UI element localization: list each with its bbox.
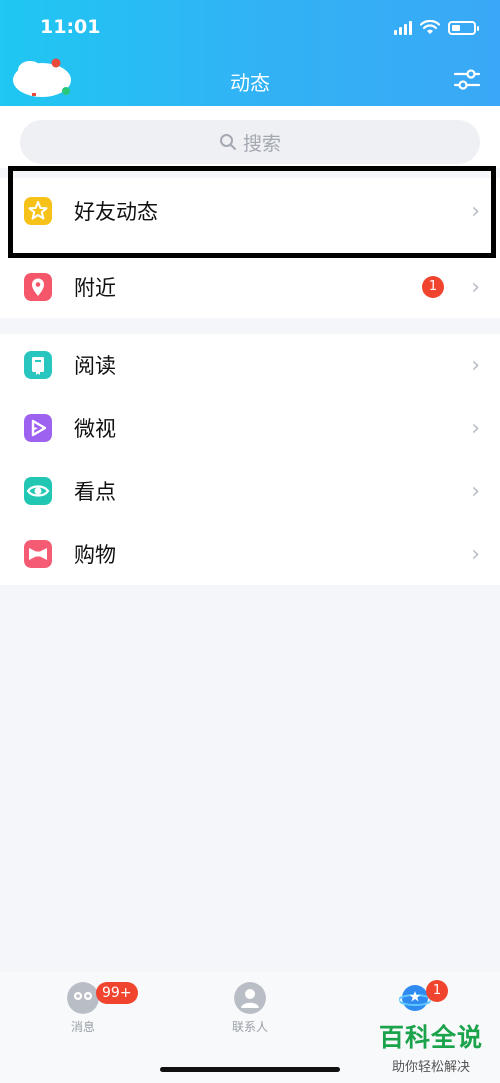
menu-item-label: 购物 [74,543,116,567]
menu-item-weishi[interactable]: 微视 › [0,397,500,459]
notification-badge: 1 [422,276,444,298]
menu-item-reading[interactable]: 阅读 › [0,334,500,396]
menu-item-label: 阅读 [74,354,116,378]
search-input[interactable]: 搜索 [20,120,480,164]
menu-group-1: 好友动态 › 附近 1 › [0,178,500,318]
chevron-right-icon: › [471,415,480,441]
menu-item-shopping[interactable]: 购物 › [0,523,500,585]
watermark-logo: 百科全说 助你轻松解决 [372,1018,490,1075]
search-icon [219,134,236,150]
menu-item-label: 好友动态 [74,200,158,224]
dynamics-badge: 1 [426,980,448,1002]
status-time: 11:01 [40,16,101,38]
book-icon [24,351,52,379]
status-icons [394,20,479,35]
chevron-right-icon: › [471,352,480,378]
menu-item-label: 附近 [74,276,116,300]
chevron-right-icon: › [471,274,480,300]
search-placeholder: 搜索 [242,132,281,155]
messages-badge: 99+ [96,982,138,1004]
menu-item-nearby[interactable]: 附近 1 › [0,256,500,318]
bow-icon [24,540,52,568]
battery-icon [448,20,479,35]
menu-item-kandian[interactable]: 看点 › [0,460,500,522]
tab-contacts[interactable]: 联系人 [205,982,295,1035]
chevron-right-icon: › [471,541,480,567]
menu-item-label: 微视 [74,417,116,441]
star-icon [24,197,52,225]
menu-group-2: 阅读 › 微视 › 看点 › 购物 › [0,334,500,585]
tab-label: 消息 [70,1020,95,1034]
play-icon [24,414,52,442]
wifi-icon [420,20,440,34]
tab-label: 联系人 [231,1020,268,1034]
page-title: 动态 [230,71,270,95]
search-section: 搜索 [0,106,500,168]
watermark-title: 百科全说 [378,1023,483,1052]
settings-sliders-icon[interactable] [452,66,482,94]
home-indicator [160,1067,340,1072]
messages-icon [67,982,99,1014]
eye-icon [24,477,52,505]
app-header: 11:01 动态 [0,0,500,106]
chevron-right-icon: › [471,478,480,504]
contacts-icon [234,982,266,1014]
menu-item-label: 看点 [74,480,116,504]
menu-item-friend-feed[interactable]: 好友动态 › [0,180,500,242]
location-pin-icon [24,273,52,301]
watermark-subtitle: 助你轻松解决 [391,1060,470,1075]
chevron-right-icon: › [471,198,480,224]
signal-icon [394,20,412,35]
